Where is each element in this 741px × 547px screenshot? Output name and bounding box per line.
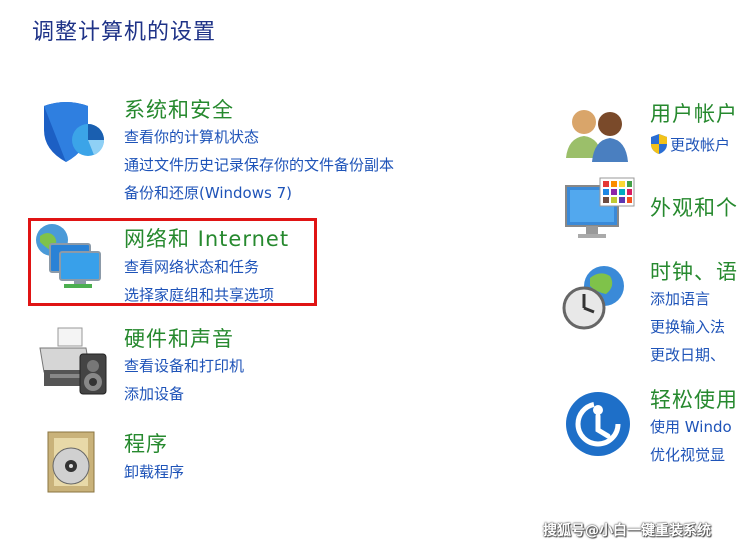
watermark: 搜狐号@小白一键重装系统	[543, 523, 711, 539]
category-title-appearance[interactable]: 外观和个	[650, 192, 738, 222]
category-title-user-accounts[interactable]: 用户帐户	[650, 98, 738, 128]
link-backup-restore[interactable]: 备份和还原(Windows 7)	[124, 182, 292, 203]
appearance-monitor-icon[interactable]	[564, 176, 636, 248]
link-add-language[interactable]: 添加语言	[650, 288, 710, 309]
link-change-input-method[interactable]: 更换输入法	[650, 316, 725, 337]
link-file-history-backup[interactable]: 通过文件历史记录保存你的文件备份副本	[124, 154, 394, 175]
uac-shield-icon	[650, 134, 668, 154]
category-title-clock-language[interactable]: 时钟、语	[650, 256, 738, 286]
shield-icon[interactable]	[36, 96, 108, 168]
category-title-hardware-sound[interactable]: 硬件和声音	[124, 323, 234, 353]
users-icon[interactable]	[562, 100, 634, 172]
clock-globe-icon[interactable]	[560, 262, 632, 334]
link-use-windows-suggestions[interactable]: 使用 Windo	[650, 416, 732, 437]
highlight-box	[28, 218, 317, 306]
link-uninstall-program[interactable]: 卸载程序	[124, 461, 184, 482]
link-devices-printers[interactable]: 查看设备和打印机	[124, 355, 244, 376]
category-title-system-security[interactable]: 系统和安全	[124, 94, 234, 124]
category-title-ease-of-access[interactable]: 轻松使用	[650, 384, 738, 414]
category-title-programs[interactable]: 程序	[124, 428, 168, 458]
link-change-date[interactable]: 更改日期、	[650, 344, 725, 365]
link-optimize-visual-display[interactable]: 优化视觉显	[650, 444, 725, 465]
link-view-computer-status[interactable]: 查看你的计算机状态	[124, 126, 259, 147]
printer-speaker-icon[interactable]	[36, 326, 108, 398]
programs-disc-icon[interactable]	[40, 426, 112, 498]
link-change-account[interactable]: 更改帐户	[670, 134, 730, 155]
ease-of-access-icon[interactable]	[564, 388, 636, 460]
page-title: 调整计算机的设置	[32, 20, 217, 45]
link-add-device[interactable]: 添加设备	[124, 383, 184, 404]
